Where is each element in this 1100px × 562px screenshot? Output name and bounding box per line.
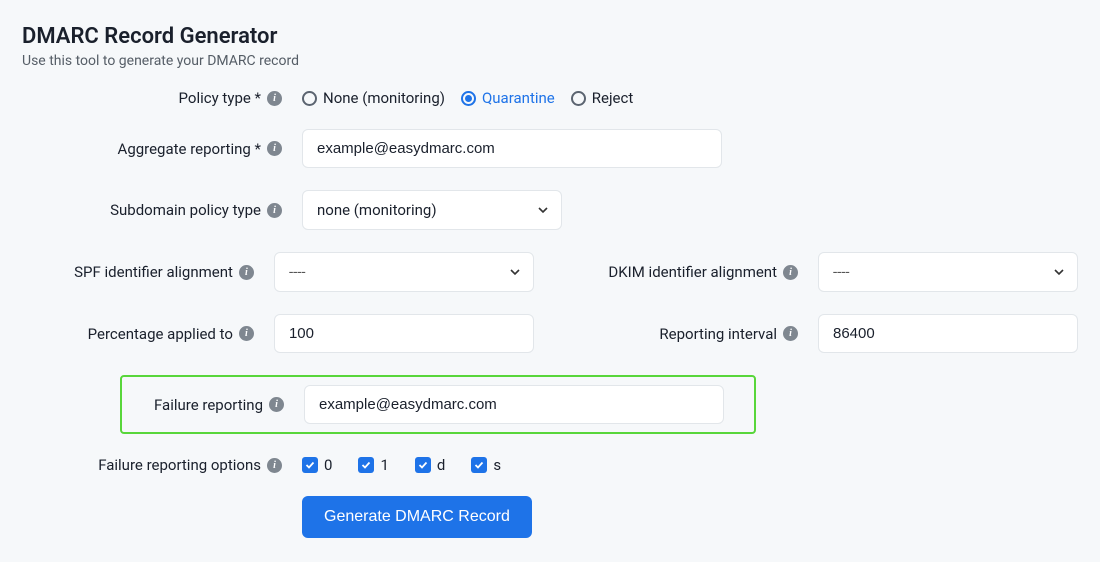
radio-label: Reject: [592, 89, 634, 107]
row-subdomain-policy: Subdomain policy type i none (monitoring…: [22, 190, 1078, 230]
info-icon[interactable]: i: [269, 397, 284, 412]
radio-icon: [302, 91, 317, 106]
checkbox-label: 0: [324, 456, 332, 474]
info-icon[interactable]: i: [267, 203, 282, 218]
info-icon[interactable]: i: [783, 265, 798, 280]
info-icon[interactable]: i: [239, 326, 254, 341]
info-icon[interactable]: i: [267, 458, 282, 473]
radio-policy-quarantine[interactable]: Quarantine: [461, 89, 555, 107]
dkim-alignment-select[interactable]: ----: [818, 252, 1078, 292]
radio-policy-none[interactable]: None (monitoring): [302, 89, 445, 107]
radio-policy-reject[interactable]: Reject: [571, 89, 634, 107]
reporting-interval-label: Reporting interval: [659, 325, 777, 343]
checkbox-option-1[interactable]: 1: [358, 456, 388, 474]
info-icon[interactable]: i: [267, 141, 282, 156]
row-percentage-interval: Percentage applied to i Reporting interv…: [22, 314, 1078, 353]
checkbox-label: 1: [380, 456, 388, 474]
info-icon[interactable]: i: [267, 91, 282, 106]
page-title: DMARC Record Generator: [22, 24, 1078, 49]
info-icon[interactable]: i: [239, 265, 254, 280]
aggregate-reporting-input[interactable]: [302, 129, 722, 168]
info-icon[interactable]: i: [783, 326, 798, 341]
spf-alignment-select[interactable]: ----: [274, 252, 534, 292]
radio-icon: [461, 91, 476, 106]
checkbox-option-0[interactable]: 0: [302, 456, 332, 474]
policy-type-label: Policy type *: [179, 89, 261, 107]
row-policy-type: Policy type * i None (monitoring) Quaran…: [22, 89, 1078, 107]
row-failure-reporting-highlight: Failure reporting i: [120, 375, 756, 434]
radio-icon: [571, 91, 586, 106]
row-aggregate-reporting: Aggregate reporting * i: [22, 129, 1078, 168]
generate-button[interactable]: Generate DMARC Record: [302, 496, 532, 538]
row-alignment: SPF identifier alignment i ---- DKIM ide…: [22, 252, 1078, 292]
check-icon: [302, 457, 318, 473]
checkbox-label: s: [493, 456, 501, 474]
aggregate-reporting-label: Aggregate reporting *: [118, 140, 261, 158]
row-generate: Generate DMARC Record: [22, 496, 1078, 538]
percentage-input[interactable]: [274, 314, 534, 353]
checkbox-label: d: [437, 456, 445, 474]
subdomain-policy-select[interactable]: none (monitoring): [302, 190, 562, 230]
radio-label: None (monitoring): [323, 89, 445, 107]
row-failure-options: Failure reporting options i 0 1 d s: [22, 456, 1078, 474]
percentage-label: Percentage applied to: [88, 325, 233, 343]
subdomain-policy-label: Subdomain policy type: [110, 201, 261, 219]
dkim-alignment-label: DKIM identifier alignment: [608, 263, 777, 281]
radio-label: Quarantine: [482, 89, 555, 107]
check-icon: [471, 457, 487, 473]
spf-alignment-label: SPF identifier alignment: [74, 263, 233, 281]
check-icon: [358, 457, 374, 473]
reporting-interval-input[interactable]: [818, 314, 1078, 353]
failure-options-label: Failure reporting options: [98, 456, 261, 474]
checkbox-option-d[interactable]: d: [415, 456, 445, 474]
checkbox-option-s[interactable]: s: [471, 456, 501, 474]
page-subtitle: Use this tool to generate your DMARC rec…: [22, 53, 1078, 69]
failure-reporting-label: Failure reporting: [154, 396, 263, 414]
check-icon: [415, 457, 431, 473]
failure-reporting-input[interactable]: [304, 385, 724, 424]
